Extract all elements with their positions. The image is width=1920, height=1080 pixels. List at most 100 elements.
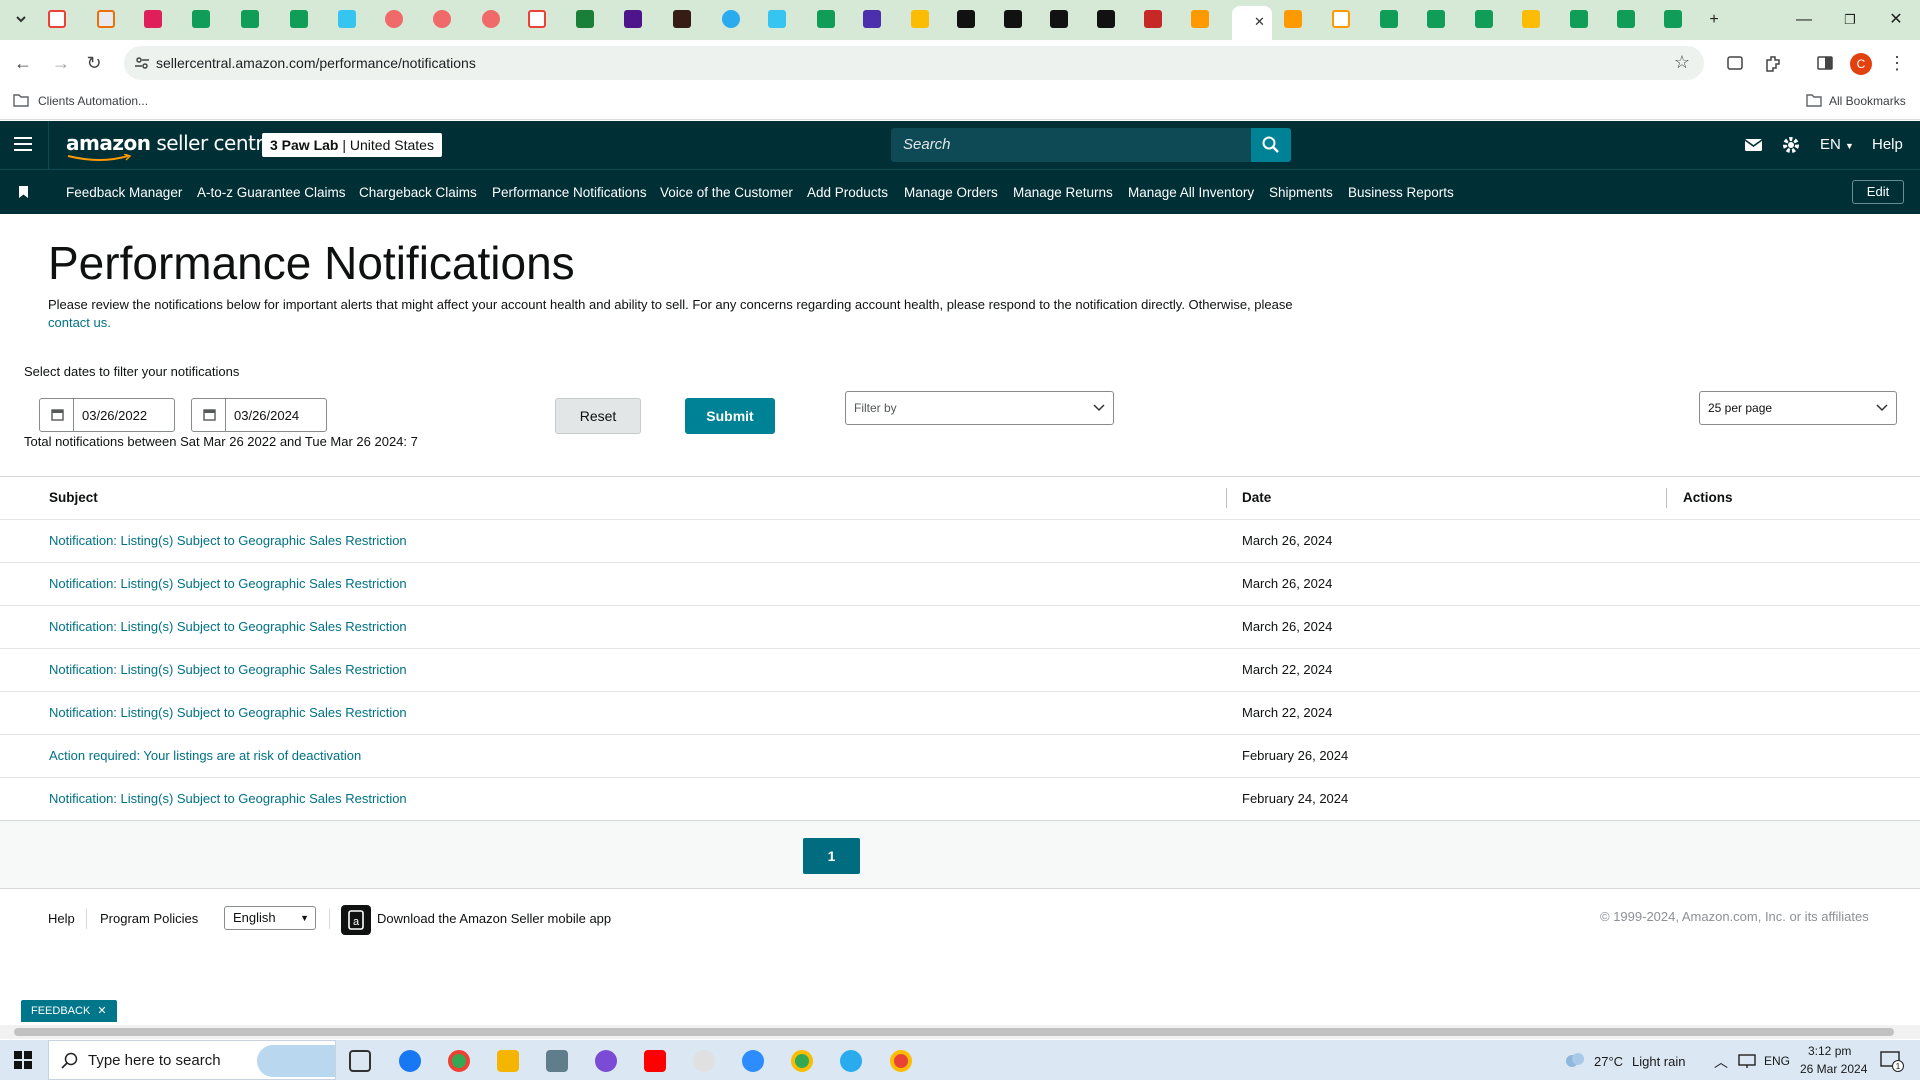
- back-icon[interactable]: ←: [12, 52, 34, 74]
- tab-asana-icon[interactable]: [482, 10, 500, 28]
- extensions-icon[interactable]: [1762, 52, 1784, 74]
- filter-by-select[interactable]: Filter by: [845, 391, 1114, 425]
- reload-icon[interactable]: ↻: [83, 52, 105, 74]
- close-tab-icon[interactable]: ✕: [1254, 14, 1265, 30]
- translate-icon[interactable]: [1724, 52, 1746, 74]
- notification-subject-link[interactable]: Action required: Your listings are at ri…: [49, 748, 361, 763]
- window-close-icon[interactable]: ✕: [1886, 10, 1906, 30]
- tab-amazon-icon[interactable]: [1097, 10, 1115, 28]
- youtube-icon[interactable]: [644, 1050, 666, 1072]
- tab-asana-icon[interactable]: [433, 10, 451, 28]
- clock-time[interactable]: 3:12 pm: [1808, 1044, 1851, 1058]
- tab-amazon-icon[interactable]: [1004, 10, 1022, 28]
- reset-button[interactable]: Reset: [555, 398, 641, 434]
- seller-central-logo[interactable]: amazon seller central: [66, 131, 280, 155]
- nav-chargeback-claims[interactable]: Chargeback Claims: [359, 185, 477, 200]
- tab-slack-icon[interactable]: [768, 10, 786, 28]
- tab-gmail-icon[interactable]: [48, 10, 66, 28]
- close-icon[interactable]: ✕: [97, 1005, 106, 1017]
- tab-gmail-icon[interactable]: [528, 10, 546, 28]
- telegram-icon[interactable]: [840, 1050, 862, 1072]
- tab-sheets-icon[interactable]: [817, 10, 835, 28]
- tab-sheets-icon[interactable]: [290, 10, 308, 28]
- tab-app-icon[interactable]: [1284, 10, 1302, 28]
- header-help-link[interactable]: Help: [1872, 136, 1903, 153]
- footer-help-link[interactable]: Help: [48, 911, 75, 926]
- snipping-tool-icon[interactable]: [693, 1050, 715, 1072]
- nav-add-products[interactable]: Add Products: [807, 185, 888, 200]
- new-tab-icon[interactable]: +: [1704, 10, 1724, 30]
- browser-menu-icon[interactable]: ⋮: [1886, 52, 1908, 74]
- column-header-subject[interactable]: Subject: [49, 490, 98, 505]
- language-selector[interactable]: EN ▼: [1820, 136, 1854, 153]
- tab-app-icon[interactable]: [576, 10, 594, 28]
- tab-sheets-icon[interactable]: [1570, 10, 1588, 28]
- copilot-icon[interactable]: [595, 1050, 617, 1072]
- calendar-icon[interactable]: [40, 399, 74, 431]
- tab-amazon-icon[interactable]: [1050, 10, 1068, 28]
- tab-sheets-icon[interactable]: [1617, 10, 1635, 28]
- notification-subject-link[interactable]: Notification: Listing(s) Subject to Geog…: [49, 533, 407, 548]
- tab-asana-icon[interactable]: [385, 10, 403, 28]
- bookmark-star-icon[interactable]: ☆: [1674, 52, 1690, 73]
- page-button-current[interactable]: 1: [803, 838, 860, 874]
- tab-fedex-icon[interactable]: [624, 10, 642, 28]
- date-from-field[interactable]: 03/26/2022: [39, 398, 175, 432]
- date-to-field[interactable]: 03/26/2024: [191, 398, 327, 432]
- nav-business-reports[interactable]: Business Reports: [1348, 185, 1454, 200]
- side-panel-icon[interactable]: [1814, 52, 1836, 74]
- nav-manage-returns[interactable]: Manage Returns: [1013, 185, 1113, 200]
- nav-feedback-manager[interactable]: Feedback Manager: [66, 185, 182, 200]
- hamburger-menu-icon[interactable]: [14, 136, 34, 152]
- tab-sheets-icon[interactable]: [192, 10, 210, 28]
- nav-voice-of-customer[interactable]: Voice of the Customer: [660, 185, 793, 200]
- zoom-icon[interactable]: [742, 1050, 764, 1072]
- nav-a-to-z-claims[interactable]: A-to-z Guarantee Claims: [197, 185, 346, 200]
- scrollbar-thumb[interactable]: [14, 1028, 1894, 1036]
- network-icon[interactable]: [1738, 1053, 1756, 1069]
- nav-performance-notifications[interactable]: Performance Notifications: [492, 185, 647, 200]
- tab-ups-icon[interactable]: [673, 10, 691, 28]
- horizontal-scrollbar[interactable]: [0, 1025, 1920, 1039]
- all-bookmarks[interactable]: All Bookmarks: [1829, 94, 1906, 108]
- chrome-icon[interactable]: [448, 1050, 470, 1072]
- notifications-icon[interactable]: 1: [1880, 1050, 1904, 1072]
- contact-us-link[interactable]: contact us.: [48, 315, 111, 330]
- notification-subject-link[interactable]: Notification: Listing(s) Subject to Geog…: [49, 619, 407, 634]
- header-search-input[interactable]: Search: [891, 128, 1251, 162]
- notification-subject-link[interactable]: Notification: Listing(s) Subject to Geog…: [49, 662, 407, 677]
- weather-temp[interactable]: 27°C: [1594, 1054, 1623, 1069]
- minimize-icon[interactable]: —: [1794, 10, 1814, 30]
- tab-slack-icon[interactable]: [144, 10, 162, 28]
- tab-app-icon[interactable]: [97, 10, 115, 28]
- tab-sheets-icon[interactable]: [1427, 10, 1445, 28]
- submit-button[interactable]: Submit: [685, 398, 775, 434]
- bookmark-nav-icon[interactable]: [18, 185, 30, 199]
- clock-date[interactable]: 26 Mar 2024: [1800, 1062, 1867, 1076]
- bookmark-folder-clients[interactable]: Clients Automation...: [38, 94, 148, 108]
- settings-gear-icon[interactable]: [1781, 135, 1801, 155]
- account-switcher[interactable]: 3 Paw Lab | United States: [262, 133, 442, 157]
- tab-sheets-icon[interactable]: [241, 10, 259, 28]
- tab-forms-icon[interactable]: [863, 10, 881, 28]
- restore-icon[interactable]: ❐: [1840, 10, 1860, 30]
- calendar-icon[interactable]: [192, 399, 226, 431]
- nav-manage-orders[interactable]: Manage Orders: [904, 185, 998, 200]
- tab-sheets-icon[interactable]: [1664, 10, 1682, 28]
- footer-language-select[interactable]: English ▼: [224, 906, 316, 930]
- tab-sheets-icon[interactable]: [1380, 10, 1398, 28]
- per-page-select[interactable]: 25 per page: [1699, 391, 1897, 425]
- nav-manage-all-inventory[interactable]: Manage All Inventory: [1128, 185, 1254, 200]
- forward-icon[interactable]: →: [50, 52, 72, 74]
- amazon-seller-app-icon[interactable]: a: [341, 905, 371, 935]
- tab-slack-icon[interactable]: [338, 10, 356, 28]
- windows-start-icon[interactable]: [14, 1051, 32, 1069]
- site-settings-icon[interactable]: [134, 55, 150, 71]
- tab-sheets-icon[interactable]: [1475, 10, 1493, 28]
- url-text[interactable]: sellercentral.amazon.com/performance/not…: [156, 55, 476, 71]
- chevron-up-icon[interactable]: ︿: [1714, 1052, 1728, 1072]
- tab-amazon-icon[interactable]: [1332, 10, 1350, 28]
- tab-drive-icon[interactable]: [911, 10, 929, 28]
- chrome-icon[interactable]: [791, 1050, 813, 1072]
- download-app-link[interactable]: Download the Amazon Seller mobile app: [377, 911, 611, 926]
